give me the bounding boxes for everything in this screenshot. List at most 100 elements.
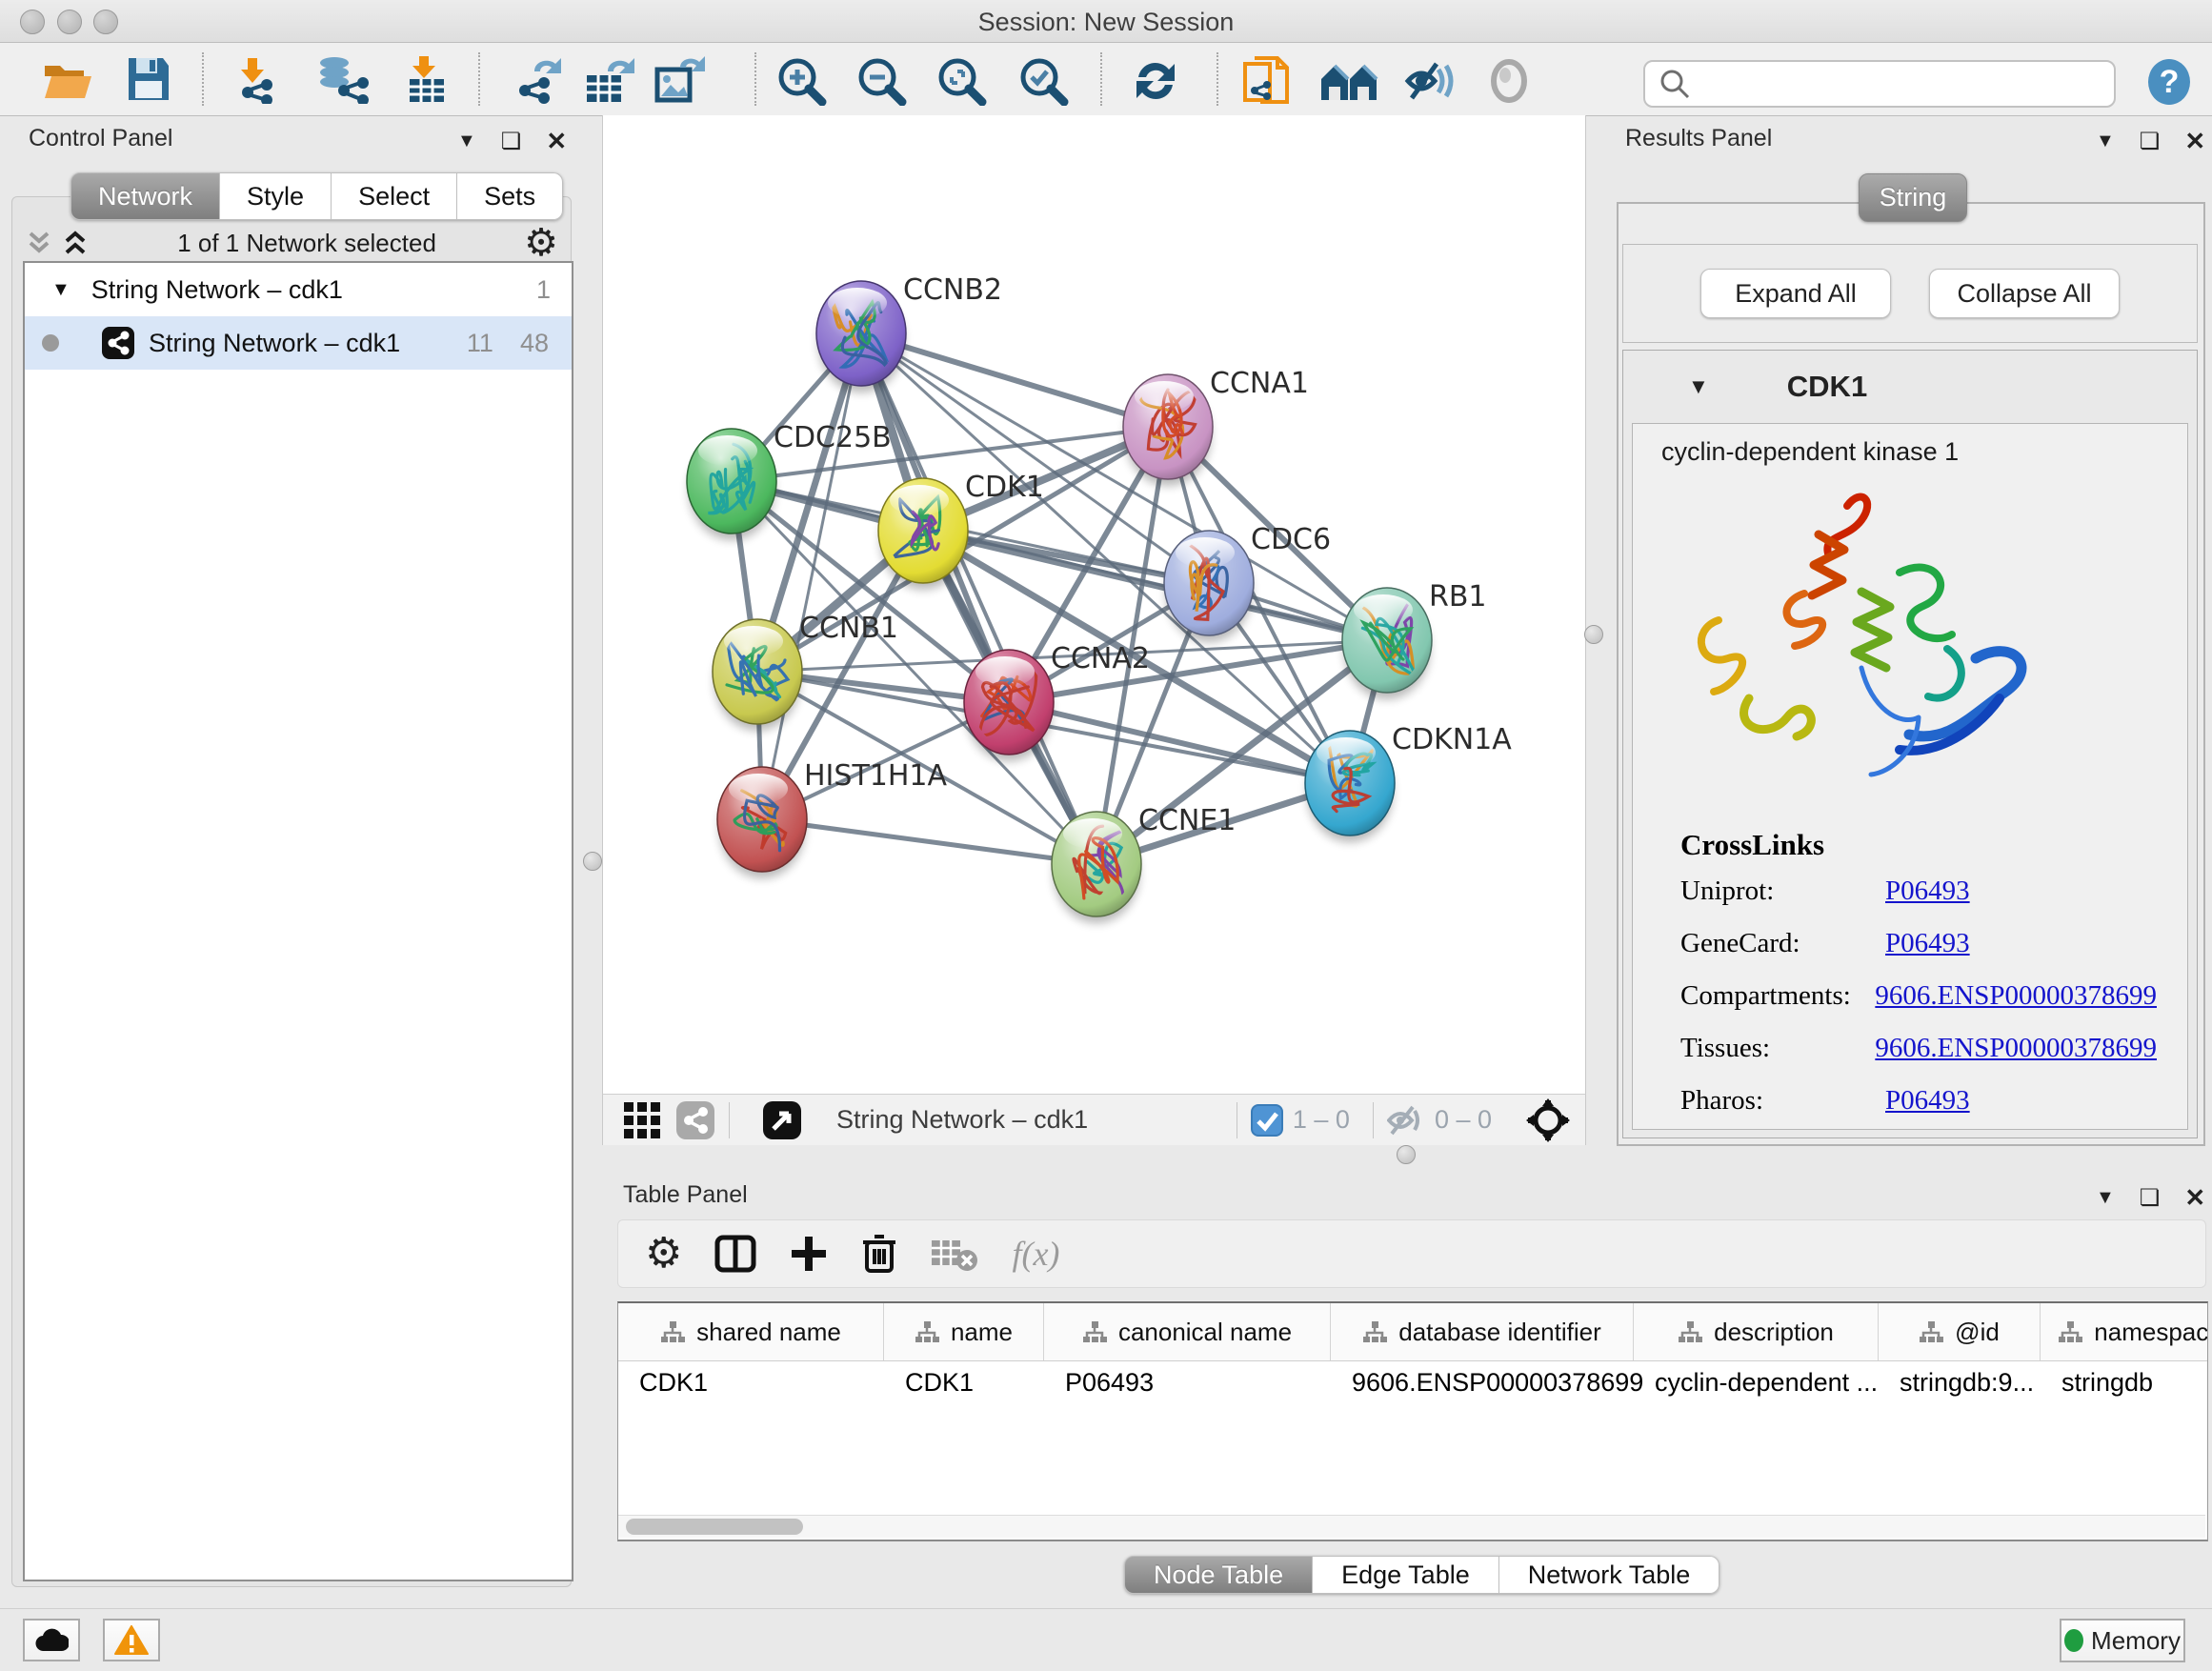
crosslink-link[interactable]: 9606.ENSP00000378699 xyxy=(1875,1033,2157,1064)
zoom-in-icon[interactable] xyxy=(776,56,828,106)
table-options-gear-icon[interactable]: ⚙ xyxy=(645,1233,682,1275)
network-node-CCNA1[interactable]: CCNA1 xyxy=(1123,367,1309,486)
panel-close-icon[interactable]: ✕ xyxy=(546,127,567,156)
export-table-icon[interactable] xyxy=(583,56,636,104)
column-header-description[interactable]: description xyxy=(1634,1303,1879,1360)
show-eye-icon[interactable] xyxy=(1484,56,1534,106)
expand-all-icon[interactable] xyxy=(61,228,90,258)
panel-float-icon[interactable]: ❏ xyxy=(2140,1184,2161,1212)
network-node-CCNE1[interactable]: CCNE1 xyxy=(1052,804,1236,923)
left-splitter-handle[interactable] xyxy=(583,852,602,871)
collapse-all-button[interactable]: Collapse All xyxy=(1929,269,2120,318)
tab-style[interactable]: Style xyxy=(220,172,332,220)
network-node-CDKN1A[interactable]: CDKN1A xyxy=(1305,723,1512,842)
tab-edge-table[interactable]: Edge Table xyxy=(1313,1556,1499,1594)
function-builder-icon[interactable]: f(x) xyxy=(1012,1234,1059,1274)
tab-string[interactable]: String xyxy=(1859,173,1967,222)
network-node-CCNB2[interactable]: CCNB2 xyxy=(816,273,1002,393)
crosslink-link[interactable]: 9606.ENSP00000378699 xyxy=(1875,980,2157,1012)
network-node-HIST1H1A[interactable]: HIST1H1A xyxy=(717,759,948,878)
tab-select[interactable]: Select xyxy=(332,172,457,220)
column-header-id[interactable]: @id xyxy=(1879,1303,2041,1360)
table-row[interactable]: CDK1CDK1P064939606.ENSP00000378699cyclin… xyxy=(618,1361,2208,1403)
network-edge-CCNB2-HIST1H1A[interactable] xyxy=(762,333,861,819)
section-collapse-icon[interactable]: ▼ xyxy=(1688,374,1709,399)
crosslink-link[interactable]: P06493 xyxy=(1885,928,1970,959)
panel-close-icon[interactable]: ✕ xyxy=(2184,1183,2205,1213)
export-image-icon[interactable] xyxy=(654,56,707,104)
network-options-gear-icon[interactable]: ⚙ xyxy=(524,229,558,257)
save-session-icon[interactable] xyxy=(127,56,171,102)
tree-expand-icon[interactable]: ▼ xyxy=(51,279,70,301)
import-table-icon[interactable] xyxy=(402,56,452,104)
network-node-RB1[interactable]: RB1 xyxy=(1342,580,1487,699)
create-column-plus-icon[interactable] xyxy=(789,1234,829,1274)
memory-button[interactable]: Memory xyxy=(2060,1619,2185,1662)
cloud-button[interactable] xyxy=(23,1619,80,1661)
network-edge-CCNA2-CDKN1A[interactable] xyxy=(1009,702,1350,783)
open-session-icon[interactable] xyxy=(42,56,93,102)
network-edge-HIST1H1A-CCNE1[interactable] xyxy=(762,819,1096,864)
panel-close-icon[interactable]: ✕ xyxy=(2184,127,2205,156)
network-view-icon[interactable] xyxy=(675,1100,715,1140)
delete-column-trash-icon[interactable] xyxy=(861,1233,897,1275)
show-columns-icon[interactable] xyxy=(714,1233,756,1275)
expand-all-button[interactable]: Expand All xyxy=(1700,269,1891,318)
network-node-CDC25B[interactable]: CDC25B xyxy=(687,421,892,540)
column-header-namespace[interactable]: namespace xyxy=(2041,1303,2208,1360)
gene-result-header[interactable]: ▼ CDK1 xyxy=(1623,351,2197,423)
birdseye-crosshair-icon[interactable] xyxy=(1526,1098,1570,1142)
collapse-all-icon[interactable] xyxy=(25,228,53,258)
table-cell[interactable]: CDK1 xyxy=(884,1361,1044,1403)
network-edge-CCNB2-CCNA1[interactable] xyxy=(861,333,1168,427)
warnings-button[interactable] xyxy=(103,1619,160,1661)
import-network-icon[interactable] xyxy=(234,56,288,104)
export-network-icon[interactable] xyxy=(513,56,567,104)
delete-table-icon[interactable] xyxy=(930,1235,979,1273)
tab-node-table[interactable]: Node Table xyxy=(1124,1556,1313,1594)
column-header-canonicalname[interactable]: canonical name xyxy=(1044,1303,1331,1360)
scrollbar-thumb[interactable] xyxy=(626,1519,803,1535)
zoom-out-icon[interactable] xyxy=(856,56,908,106)
import-database-icon[interactable] xyxy=(313,56,371,104)
panel-collapse-icon[interactable]: ▼ xyxy=(457,131,476,152)
network-canvas[interactable]: CCNB2CCNA1CDC25BCDK1CDC6RB1CCNB1CCNA2CDK… xyxy=(602,115,1586,1094)
tab-sets[interactable]: Sets xyxy=(457,172,563,220)
zoom-selected-icon[interactable] xyxy=(1018,56,1070,106)
panel-float-icon[interactable]: ❏ xyxy=(501,128,522,155)
network-row[interactable]: String Network – cdk1 11 48 xyxy=(25,316,572,370)
column-header-name[interactable]: name xyxy=(884,1303,1044,1360)
table-cell[interactable]: CDK1 xyxy=(618,1361,884,1403)
network-node-CDK1[interactable]: CDK1 xyxy=(878,471,1044,590)
search-input[interactable] xyxy=(1697,69,2114,100)
home-networks-icon[interactable] xyxy=(1319,56,1378,104)
detach-view-icon[interactable] xyxy=(762,1100,802,1140)
table-cell[interactable]: P06493 xyxy=(1044,1361,1331,1403)
table-cell[interactable]: stringdb xyxy=(2041,1361,2208,1403)
tab-network[interactable]: Network xyxy=(70,172,220,220)
search-field[interactable] xyxy=(1643,60,2116,108)
crosslink-link[interactable]: P06493 xyxy=(1885,1085,1970,1117)
zoom-fit-icon[interactable] xyxy=(936,56,988,106)
panel-collapse-icon[interactable]: ▼ xyxy=(2096,1187,2115,1209)
grid-view-icon[interactable] xyxy=(622,1100,662,1140)
network-node-CCNB1[interactable]: CCNB1 xyxy=(713,612,898,731)
column-header-databaseidentifier[interactable]: database identifier xyxy=(1331,1303,1634,1360)
column-header-sharedname[interactable]: shared name xyxy=(618,1303,884,1360)
tab-network-table[interactable]: Network Table xyxy=(1499,1556,1720,1594)
panel-float-icon[interactable]: ❏ xyxy=(2140,128,2161,155)
selected-checkbox-icon[interactable] xyxy=(1251,1104,1283,1137)
horizontal-splitter-handle[interactable] xyxy=(1397,1145,1416,1164)
network-collection-row[interactable]: ▼ String Network – cdk1 1 xyxy=(25,263,572,316)
table-horizontal-scrollbar[interactable] xyxy=(618,1515,2205,1538)
crosslink-link[interactable]: P06493 xyxy=(1885,876,1970,907)
table-cell[interactable]: 9606.ENSP00000378699 xyxy=(1331,1361,1634,1403)
refresh-icon[interactable] xyxy=(1129,56,1182,106)
help-icon[interactable]: ? xyxy=(2146,58,2192,106)
hide-unhide-icon[interactable] xyxy=(1404,56,1458,106)
hidden-eye-icon[interactable] xyxy=(1387,1103,1425,1137)
clone-network-icon[interactable] xyxy=(1241,56,1291,108)
panel-collapse-icon[interactable]: ▼ xyxy=(2096,131,2115,152)
right-splitter-handle[interactable] xyxy=(1584,625,1603,644)
table-cell[interactable]: stringdb:9... xyxy=(1879,1361,2041,1403)
